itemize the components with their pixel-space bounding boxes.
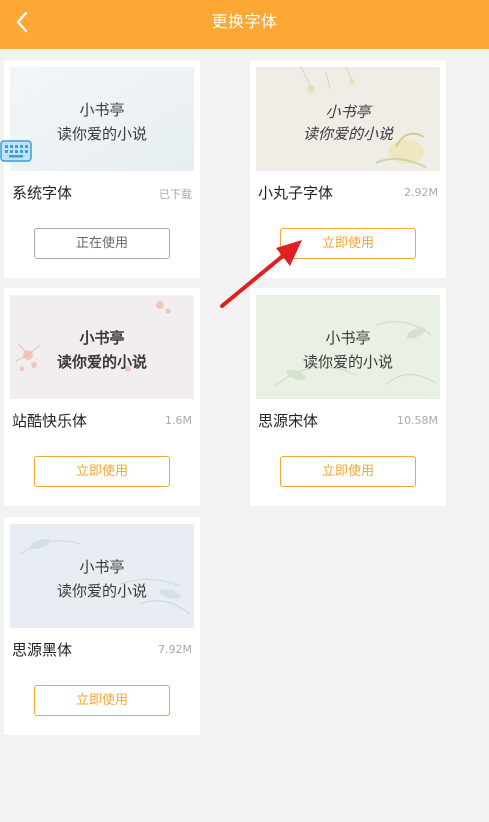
use-now-button[interactable]: 立即使用 <box>280 456 416 487</box>
font-card-zcool: 小书亭 读你爱的小说 站酷快乐体 1.6M 立即使用 <box>4 288 200 506</box>
font-preview: 小书亭 读你爱的小说 <box>10 524 194 628</box>
font-name: 小丸子字体 <box>258 184 334 202</box>
keyboard-icon[interactable] <box>0 140 32 162</box>
preview-line-2: 读你爱的小说 <box>56 353 147 371</box>
font-preview: 小书亭 读你爱的小说 <box>10 295 194 399</box>
preview-line-2: 读你爱的小说 <box>302 353 393 371</box>
font-name: 系统字体 <box>12 184 73 202</box>
preview-line-2: 读你爱的小说 <box>56 582 147 600</box>
font-card-source-han-serif: 小书亭 读你爱的小说 思源宋体 10.58M 立即使用 <box>250 288 446 506</box>
font-name: 站酷快乐体 <box>12 412 88 430</box>
preview-line-1: 小书亭 <box>79 558 125 576</box>
font-preview: 小书亭 读你爱的小说 <box>10 67 194 171</box>
preview-line-1: 小书亭 <box>325 329 371 347</box>
in-use-button[interactable]: 正在使用 <box>34 228 170 259</box>
font-size: 7.92M <box>158 643 192 656</box>
font-name: 思源黑体 <box>12 641 73 659</box>
header-bar: 更换字体 <box>0 0 489 49</box>
font-name: 思源宋体 <box>258 412 319 430</box>
preview-line-2: 读你爱的小说 <box>56 125 147 143</box>
font-preview: 小书亭 读你爱的小说 <box>256 67 440 171</box>
font-card-system: 小书亭 读你爱的小说 系统字体 已下载 正在使用 <box>4 60 200 278</box>
font-size: 10.58M <box>397 414 438 427</box>
page-title: 更换字体 <box>211 12 278 31</box>
font-size: 2.92M <box>404 186 438 199</box>
font-status: 已下载 <box>159 188 192 201</box>
font-card-source-han-sans: 小书亭 读你爱的小说 思源黑体 7.92M 立即使用 <box>4 517 200 735</box>
use-now-button[interactable]: 立即使用 <box>34 456 170 487</box>
preview-line-1: 小书亭 <box>79 101 125 119</box>
preview-line-1: 小书亭 <box>325 103 371 121</box>
use-now-button[interactable]: 立即使用 <box>34 685 170 716</box>
preview-line-2: 读你爱的小说 <box>302 125 393 143</box>
font-size: 1.6M <box>165 414 192 427</box>
annotation-arrow-icon <box>220 240 302 308</box>
preview-line-1: 小书亭 <box>79 329 125 347</box>
